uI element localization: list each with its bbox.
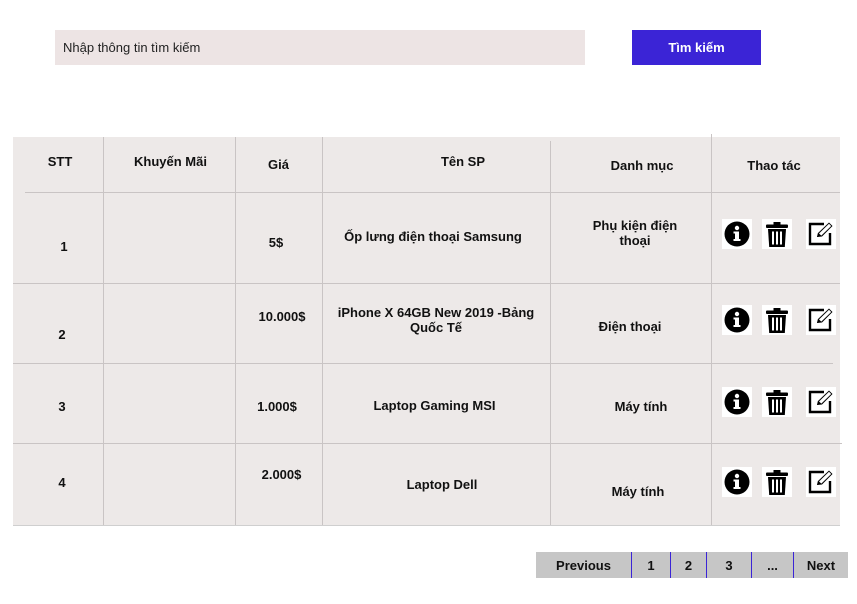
header-actions: Thao tác — [747, 157, 801, 173]
row-4-stt: 4 — [58, 474, 66, 490]
edit-icon — [807, 221, 835, 247]
row-3-info-button[interactable] — [722, 387, 752, 417]
row-2-edit-button[interactable] — [806, 305, 836, 335]
pagination-ellipsis[interactable]: ... — [752, 552, 793, 578]
header-category: Danh mục — [610, 157, 674, 173]
info-icon — [724, 469, 750, 495]
row-2-info-button[interactable] — [722, 305, 752, 335]
row-4-promo — [103, 468, 235, 496]
info-icon — [724, 307, 750, 333]
row-4-name: Laptop Dell — [406, 476, 478, 492]
pagination-previous-button[interactable]: Previous — [536, 552, 631, 578]
search-button[interactable]: Tìm kiếm — [632, 30, 761, 65]
header-promo: Khuyến Mãi — [134, 153, 207, 169]
header-price: Giá — [268, 156, 289, 172]
pagination-next-button[interactable]: Next — [794, 552, 848, 578]
pagination-page-1[interactable]: 1 — [632, 552, 670, 578]
row-4-edit-button[interactable] — [806, 467, 836, 497]
row-divider — [13, 363, 833, 364]
row-2-trash-button[interactable] — [762, 305, 792, 335]
row-1-promo — [103, 232, 235, 260]
row-4-info-button[interactable] — [722, 467, 752, 497]
trash-icon — [765, 221, 789, 248]
search-input[interactable] — [55, 30, 585, 65]
row-3-trash-button[interactable] — [762, 387, 792, 417]
row-1-category: Phụ kiện điện thoại — [592, 218, 678, 248]
row-2-stt: 2 — [58, 326, 66, 342]
column-divider — [550, 141, 551, 525]
row-divider — [13, 443, 842, 444]
row-1-info-button[interactable] — [722, 219, 752, 249]
row-3-price: 1.000$ — [257, 398, 297, 414]
edit-icon — [807, 307, 835, 333]
row-4-category: Máy tính — [611, 483, 665, 499]
row-3-edit-button[interactable] — [806, 387, 836, 417]
row-1-edit-button[interactable] — [806, 219, 836, 249]
row-1-stt: 1 — [60, 238, 68, 254]
row-2-name: iPhone X 64GB New 2019 -Bảng Quốc Tế — [337, 305, 535, 335]
row-1-price: 5$ — [268, 234, 284, 250]
row-3-name: Laptop Gaming MSI — [373, 397, 496, 413]
row-3-category: Máy tính — [614, 398, 668, 414]
row-2-category: Điện thoại — [598, 318, 662, 334]
row-1-name: Ốp lưng điện thoại Samsung — [344, 228, 522, 244]
info-icon — [724, 221, 750, 247]
row-4-price: 2.000$ — [261, 466, 302, 482]
trash-icon — [765, 389, 789, 416]
row-2-price: 10.000$ — [258, 308, 306, 324]
row-4-trash-button[interactable] — [762, 467, 792, 497]
trash-icon — [765, 469, 789, 496]
trash-icon — [765, 307, 789, 334]
product-table: STT Khuyến Mãi Giá Tên SP Danh mục Thao … — [13, 134, 842, 526]
info-icon — [724, 389, 750, 415]
edit-icon — [807, 389, 835, 415]
pagination-page-2[interactable]: 2 — [671, 552, 706, 578]
header-stt: STT — [47, 153, 73, 169]
row-divider — [13, 283, 840, 284]
row-2-promo — [103, 320, 235, 348]
column-divider — [322, 137, 323, 525]
edit-icon — [807, 469, 835, 495]
row-3-promo — [103, 392, 235, 420]
row-3-stt: 3 — [58, 398, 66, 414]
pagination-page-3[interactable]: 3 — [707, 552, 751, 578]
column-divider — [235, 137, 236, 525]
row-divider — [25, 192, 840, 193]
row-1-trash-button[interactable] — [762, 219, 792, 249]
